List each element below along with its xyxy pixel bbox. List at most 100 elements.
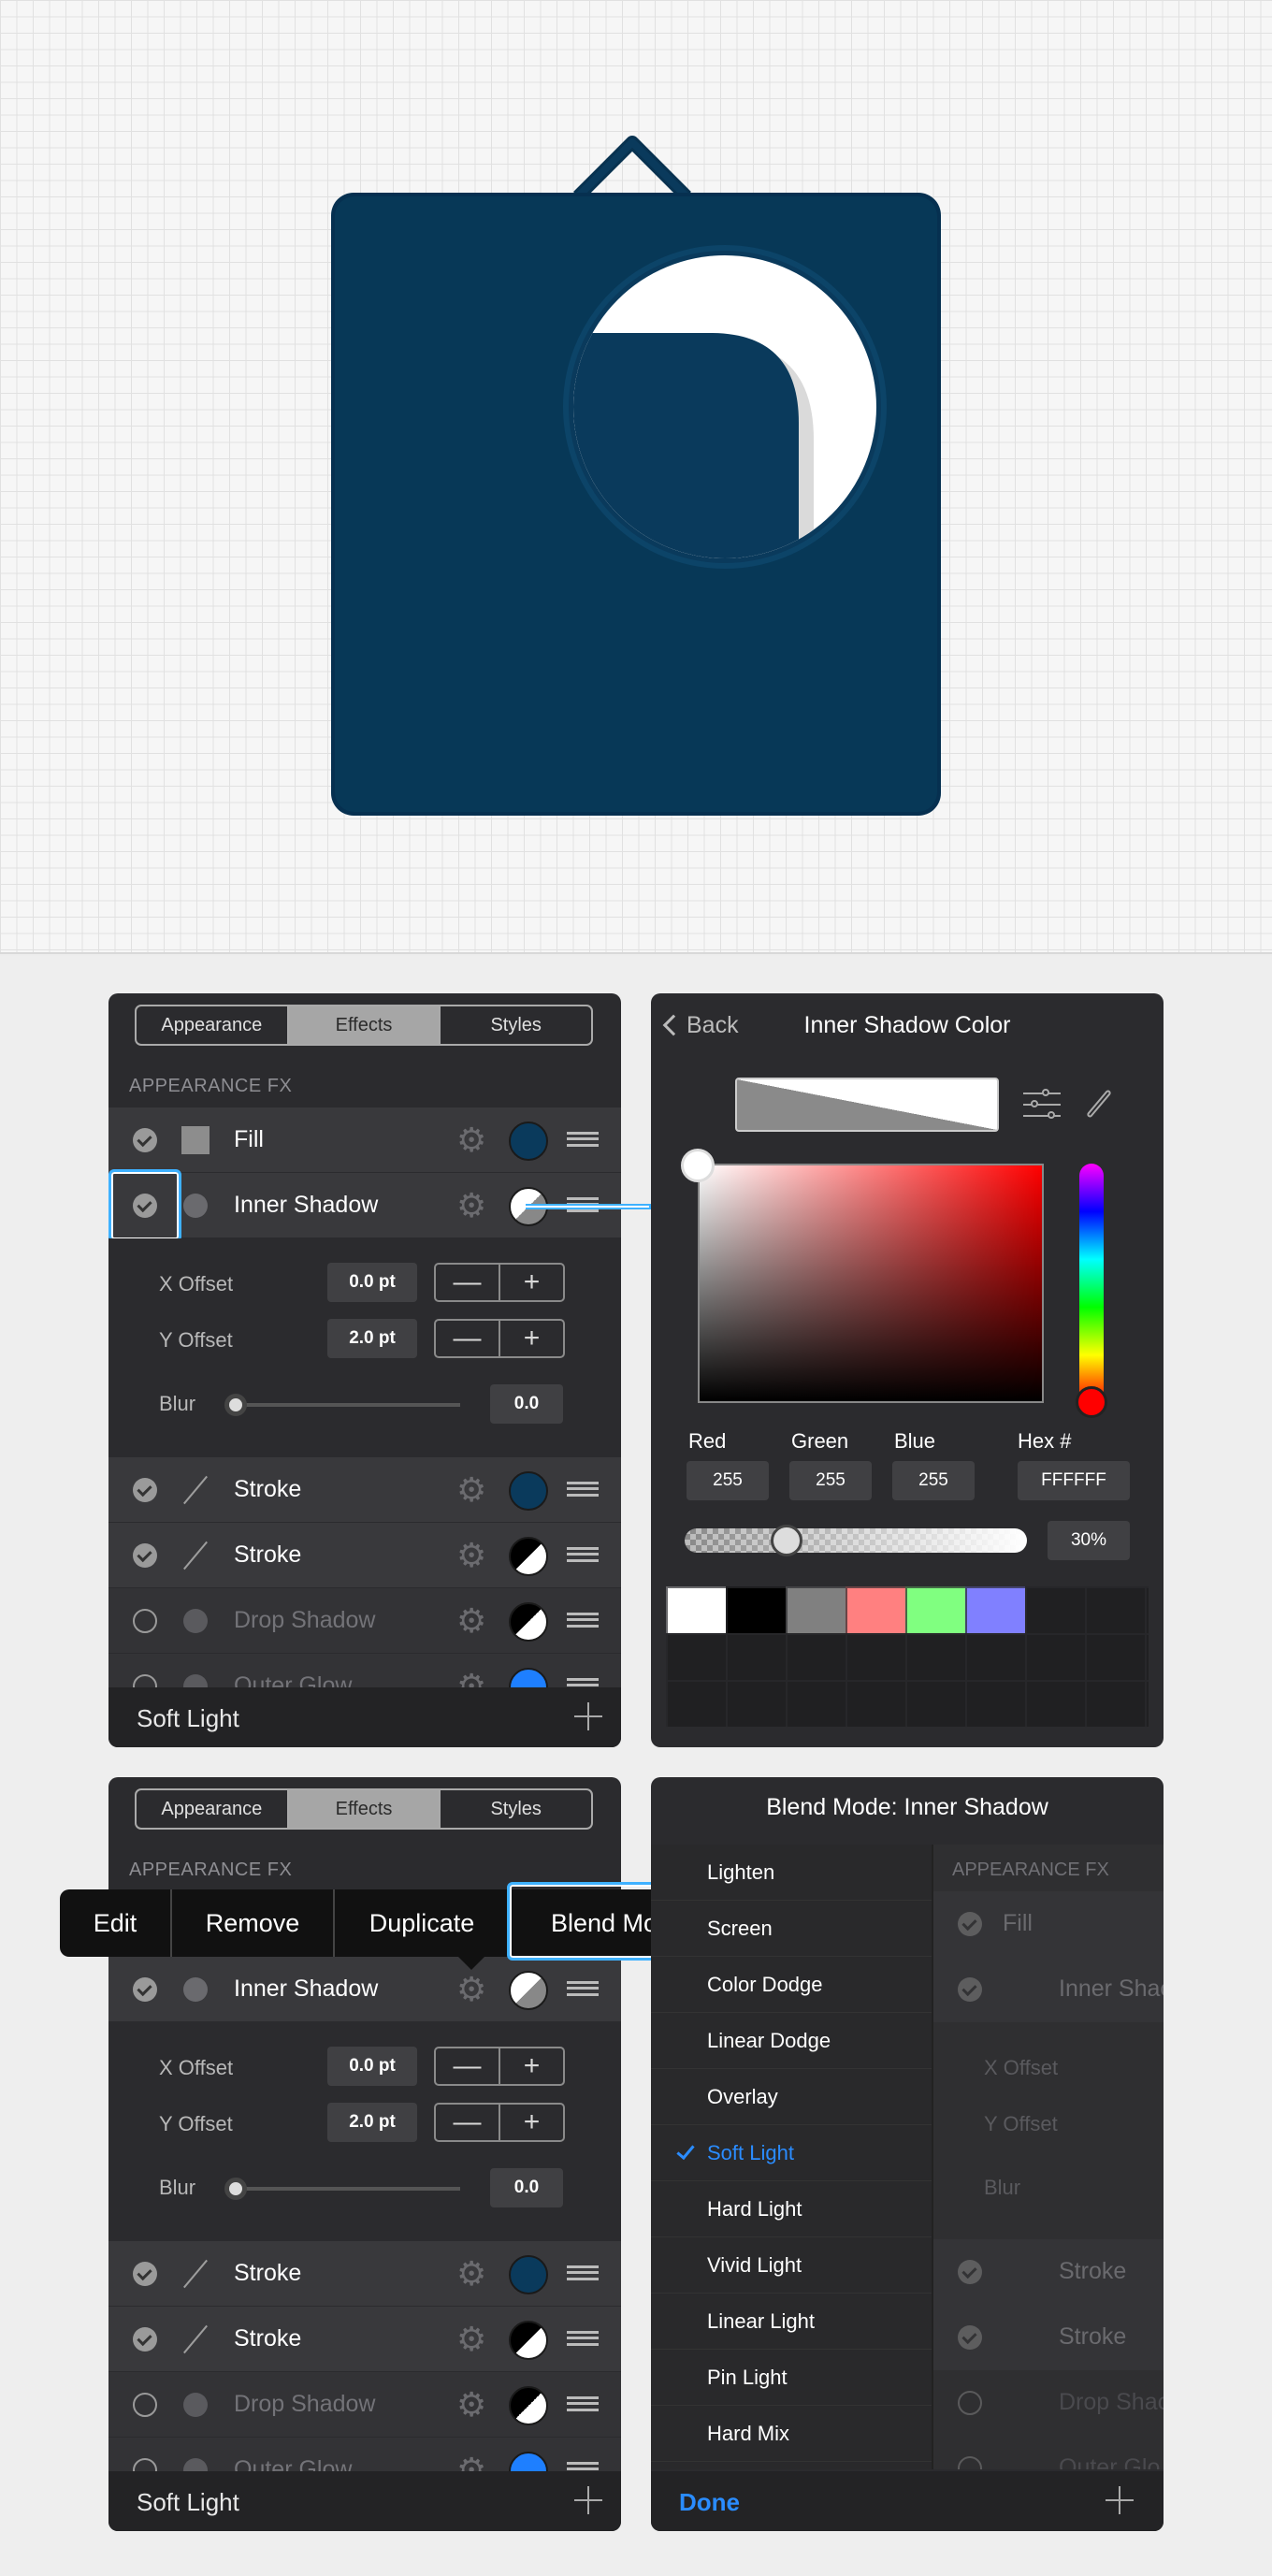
checkbox-stroke-1[interactable]: [133, 2262, 157, 2286]
menu-item-edit[interactable]: Edit: [60, 1889, 172, 1957]
red-field[interactable]: 255: [687, 1461, 769, 1500]
hue-slider-knob[interactable]: [1076, 1386, 1107, 1418]
tab-styles[interactable]: Styles: [441, 1006, 591, 1044]
layer-row-stroke-1[interactable]: Stroke ⚙: [108, 2241, 621, 2307]
blur-slider-track[interactable]: [236, 2187, 460, 2191]
blend-mode-footer[interactable]: Soft Light: [108, 1687, 621, 1747]
blend-item-lighten[interactable]: Lighten: [651, 1845, 932, 1901]
blend-item-screen[interactable]: Screen: [651, 1901, 932, 1957]
plus-icon[interactable]: +: [500, 1265, 563, 1300]
x-offset-stepper[interactable]: — +: [434, 2047, 565, 2086]
hue-slider[interactable]: [1079, 1164, 1104, 1403]
color-swatch-fill[interactable]: [509, 1122, 548, 1161]
checkbox-fill[interactable]: [133, 1128, 157, 1152]
layer-row-inner-shadow[interactable]: Inner Shadow ⚙: [108, 1957, 621, 2022]
color-swatch-stroke-1[interactable]: [509, 1471, 548, 1511]
drag-handle-icon[interactable]: [567, 2396, 599, 2411]
green-field[interactable]: 255: [789, 1461, 872, 1500]
layer-row-drop-shadow[interactable]: Drop Shadow ⚙: [108, 2372, 621, 2438]
blur-slider-knob[interactable]: [224, 2178, 247, 2200]
blur-slider-track[interactable]: [236, 1403, 460, 1407]
blue-field[interactable]: 255: [892, 1461, 975, 1500]
add-icon[interactable]: [574, 1702, 602, 1730]
blend-item-hard-mix[interactable]: Hard Mix: [651, 2406, 932, 2462]
checkbox-drop-shadow[interactable]: [133, 2393, 157, 2417]
layer-row-stroke-2[interactable]: Stroke ⚙: [108, 2307, 621, 2372]
done-button[interactable]: Done: [679, 2488, 740, 2517]
checkbox-stroke-2[interactable]: [133, 1543, 157, 1568]
blur-slider-knob[interactable]: [224, 1394, 247, 1416]
tab-effects[interactable]: Effects: [288, 1006, 441, 1044]
plus-icon[interactable]: +: [500, 2048, 563, 2084]
layer-row-stroke-1[interactable]: Stroke ⚙: [108, 1457, 621, 1523]
drag-handle-icon[interactable]: [567, 1482, 599, 1497]
add-icon[interactable]: [574, 2486, 602, 2514]
gear-icon[interactable]: ⚙: [456, 1189, 486, 1223]
blend-item-pin-light[interactable]: Pin Light: [651, 2350, 932, 2406]
blend-mode-footer[interactable]: Soft Light: [108, 2471, 621, 2531]
color-swatch-stroke-2[interactable]: [509, 1537, 548, 1576]
minus-icon[interactable]: —: [436, 1265, 500, 1300]
drag-handle-icon[interactable]: [567, 1613, 599, 1628]
gear-icon[interactable]: ⚙: [456, 1473, 486, 1507]
minus-icon[interactable]: —: [436, 2105, 500, 2140]
eyedropper-icon[interactable]: [1083, 1083, 1117, 1121]
gear-icon[interactable]: ⚙: [456, 1539, 486, 1572]
checkbox-stroke-1[interactable]: [133, 1478, 157, 1502]
drag-handle-icon[interactable]: [567, 1547, 599, 1562]
x-offset-stepper[interactable]: — +: [434, 1263, 565, 1302]
y-offset-stepper[interactable]: — +: [434, 2103, 565, 2142]
drag-handle-icon[interactable]: [567, 1132, 599, 1147]
tab-appearance[interactable]: Appearance: [137, 1006, 289, 1044]
x-offset-value[interactable]: 0.0 pt: [327, 2047, 417, 2086]
blend-item-linear-dodge[interactable]: Linear Dodge: [651, 2013, 932, 2069]
blend-item-color-dodge[interactable]: Color Dodge: [651, 1957, 932, 2013]
blur-value[interactable]: 0.0: [490, 1384, 563, 1424]
gear-icon[interactable]: ⚙: [456, 1973, 486, 2006]
blur-value[interactable]: 0.0: [490, 2168, 563, 2207]
color-swatch-inner-shadow[interactable]: [509, 1971, 548, 2010]
menu-item-duplicate[interactable]: Duplicate: [335, 1889, 511, 1957]
gear-icon[interactable]: ⚙: [456, 2388, 486, 2422]
y-offset-stepper[interactable]: — +: [434, 1319, 565, 1358]
opacity-slider-knob[interactable]: [771, 1525, 802, 1556]
gear-icon[interactable]: ⚙: [456, 1604, 486, 1638]
layer-row-stroke-2[interactable]: Stroke ⚙: [108, 1523, 621, 1588]
plus-icon[interactable]: +: [500, 2105, 563, 2140]
empty-presets[interactable]: [666, 1586, 1149, 1727]
tab-styles[interactable]: Styles: [441, 1790, 591, 1828]
layer-row-fill[interactable]: Fill ⚙: [108, 1107, 621, 1173]
x-offset-value[interactable]: 0.0 pt: [327, 1263, 417, 1302]
color-swatch-stroke-2[interactable]: [509, 2321, 548, 2360]
checkbox-drop-shadow[interactable]: [133, 1609, 157, 1633]
color-swatch-drop-shadow[interactable]: [509, 2386, 548, 2425]
blend-item-hard-light[interactable]: Hard Light: [651, 2181, 932, 2237]
tab-effects[interactable]: Effects: [288, 1790, 441, 1828]
blend-item-vivid-light[interactable]: Vivid Light: [651, 2237, 932, 2294]
drag-handle-icon[interactable]: [567, 2331, 599, 2346]
hex-field[interactable]: FFFFFF: [1018, 1461, 1130, 1500]
y-offset-value[interactable]: 2.0 pt: [327, 1319, 417, 1358]
blend-item-linear-light[interactable]: Linear Light: [651, 2294, 932, 2350]
gear-icon[interactable]: ⚙: [456, 2257, 486, 2291]
checkbox-inner-shadow[interactable]: [133, 1977, 157, 2002]
color-swatch-stroke-1[interactable]: [509, 2255, 548, 2294]
gear-icon[interactable]: ⚙: [456, 1123, 486, 1157]
sliders-icon[interactable]: [1023, 1087, 1061, 1122]
add-icon[interactable]: [1106, 2486, 1134, 2514]
minus-icon[interactable]: —: [436, 1321, 500, 1356]
y-offset-value[interactable]: 2.0 pt: [327, 2103, 417, 2142]
layer-row-drop-shadow[interactable]: Drop Shadow ⚙: [108, 1588, 621, 1654]
plus-icon[interactable]: +: [500, 1321, 563, 1356]
blend-item-overlay[interactable]: Overlay: [651, 2069, 932, 2125]
tab-appearance[interactable]: Appearance: [137, 1790, 289, 1828]
drag-handle-icon[interactable]: [567, 2265, 599, 2280]
gear-icon[interactable]: ⚙: [456, 2323, 486, 2356]
menu-item-remove[interactable]: Remove: [172, 1889, 335, 1957]
checkbox-stroke-2[interactable]: [133, 2327, 157, 2352]
color-swatch-drop-shadow[interactable]: [509, 1602, 548, 1642]
saturation-brightness-field[interactable]: [698, 1164, 1044, 1403]
drag-handle-icon[interactable]: [567, 1981, 599, 1996]
color-field-handle[interactable]: [681, 1149, 715, 1182]
opacity-field[interactable]: 30%: [1048, 1521, 1130, 1560]
